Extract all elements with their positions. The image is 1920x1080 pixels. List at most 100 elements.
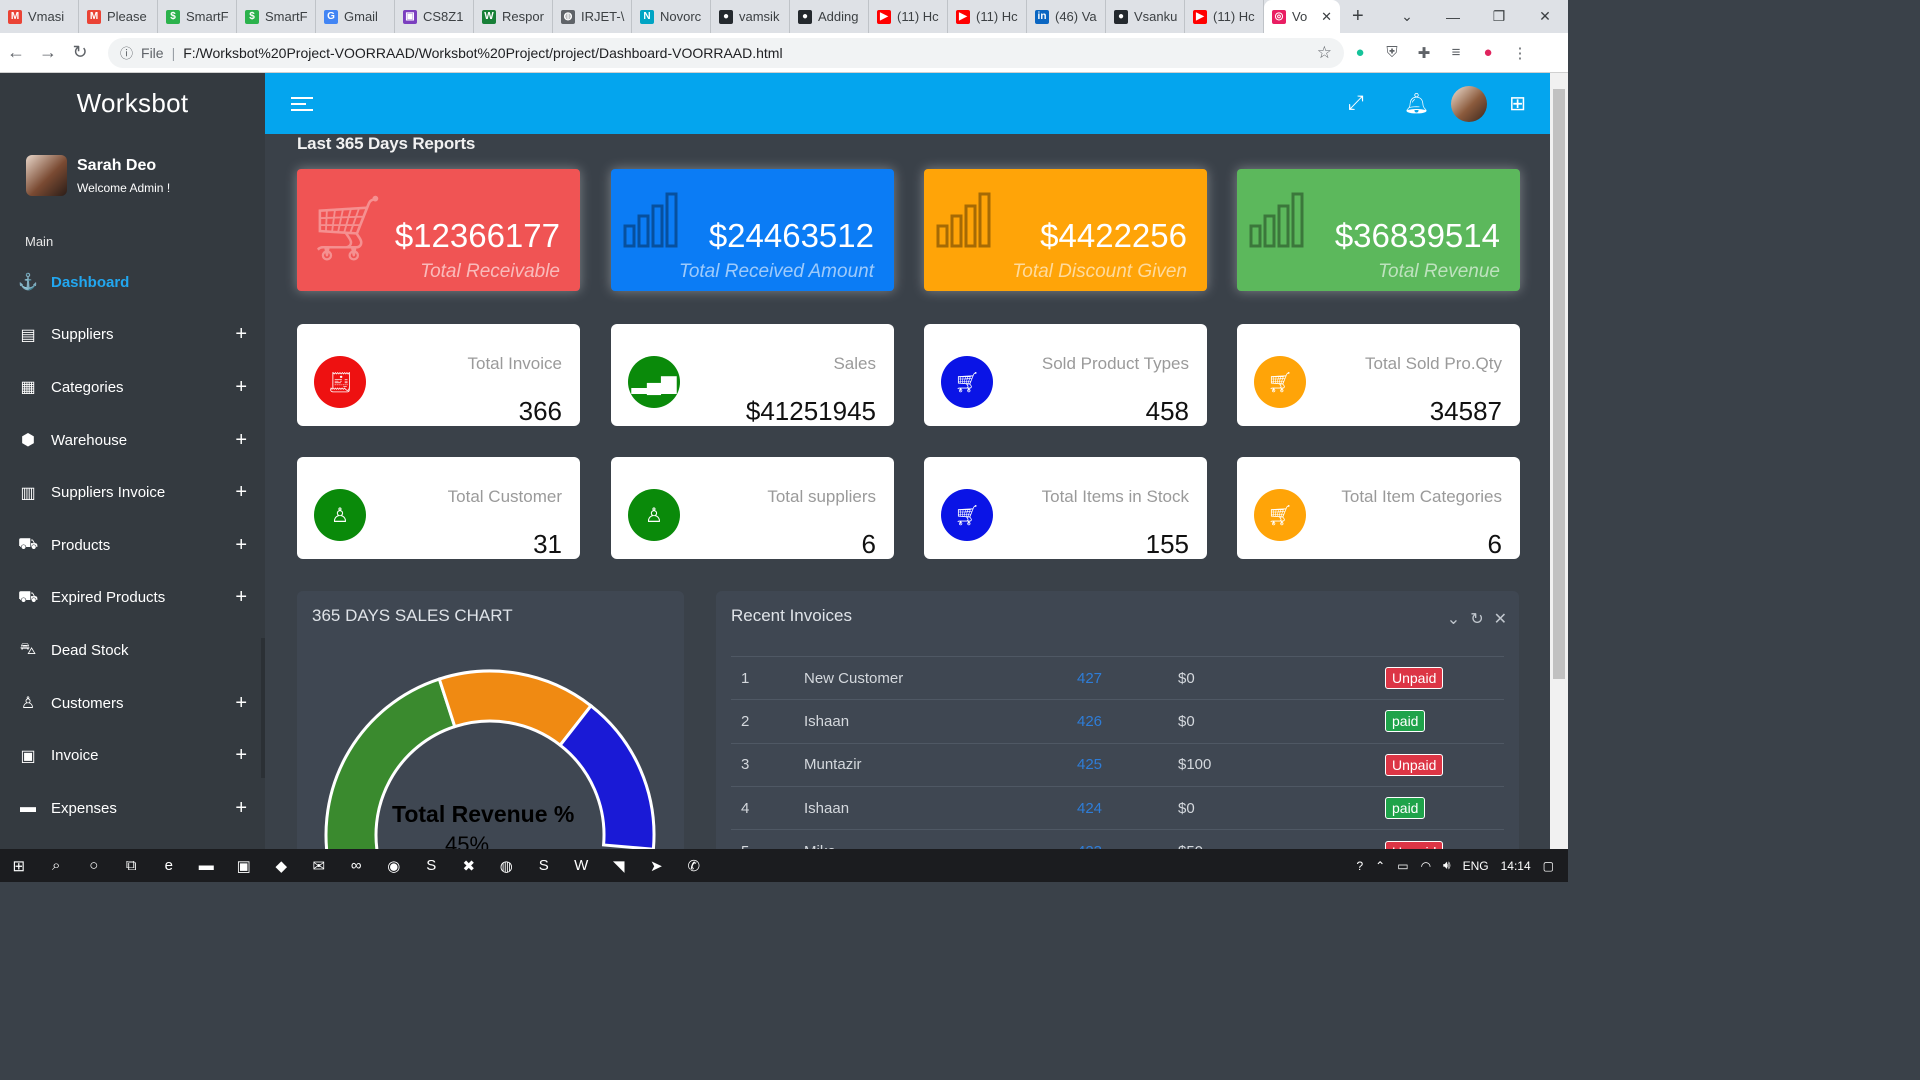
back-icon[interactable]: ← [0,42,32,63]
status-badge[interactable]: Unpaid [1385,840,1444,849]
clock[interactable]: 14:14 [1501,859,1531,873]
forward-icon[interactable]: → [32,42,64,63]
new-tab-button[interactable]: + [1340,5,1376,28]
invoice-link[interactable]: 426 [1077,713,1102,730]
chevron-down-icon[interactable]: ⌄ [1447,609,1460,629]
browser-tab[interactable]: ● vamsik [711,0,790,33]
browser-tab[interactable]: M Vmasi [0,0,79,33]
expand-plus-icon[interactable]: + [235,376,247,399]
invoice-link[interactable]: 427 [1077,670,1102,687]
stat-card[interactable]: 🧾︎ Total Invoice 366 [297,324,580,426]
dropbox-icon[interactable]: ◆ [263,849,301,882]
table-row[interactable]: 1 New Customer 427 $0 Unpaid [731,655,1504,700]
reading-list-icon[interactable]: ≡ [1440,44,1472,61]
vscode-icon[interactable]: ◥ [600,849,638,882]
expand-plus-icon[interactable]: + [235,797,247,820]
hamburger-icon[interactable] [291,93,313,115]
status-badge[interactable]: Unpaid [1385,753,1444,776]
sidebar-item-expired-products[interactable]: ⛟ Expired Products + [0,572,265,625]
expand-plus-icon[interactable]: + [235,429,247,452]
stat-card[interactable]: 🛒︎ Total Item Categories 6 [1237,457,1520,559]
browser-tab[interactable]: ▣ CS8Z1 [395,0,474,33]
user-profile[interactable]: Sarah Deo Welcome Admin ! [0,133,265,196]
table-row[interactable]: 3 Muntazir 425 $100 Unpaid [731,742,1504,787]
edge-icon[interactable]: e [150,849,188,882]
store-icon[interactable]: ▣ [225,849,263,882]
apps-grid-icon[interactable]: ⊞ [1509,91,1526,116]
expand-plus-icon[interactable]: + [235,323,247,346]
browser-tab[interactable]: W Respor [474,0,553,33]
chrome-icon[interactable]: ◉ [375,849,413,882]
sidebar-item-dead-stock[interactable]: ⛍ Dead Stock [0,624,265,677]
chevron-down-icon[interactable]: ⌄ [1384,0,1430,33]
url-text[interactable]: F:/Worksbot%20Project-VOORRAAD/Worksbot%… [183,45,782,61]
extensions-icon[interactable]: ✚ [1408,44,1440,62]
table-row[interactable]: 4 Ishaan 424 $0 paid [731,785,1504,830]
sidebar-item-dashboard[interactable]: ⚓ Dashboard [0,256,265,309]
cortana-icon[interactable]: ○ [75,849,113,882]
avatar[interactable] [1451,85,1488,122]
browser-tab[interactable]: ▶ (11) Hc [1185,0,1264,33]
summary-card[interactable]: $24463512 Total Received Amount [611,169,894,291]
minimize-icon[interactable]: — [1430,0,1476,33]
shield-icon[interactable]: ⛨ [1376,44,1408,61]
sidebar-item-categories[interactable]: ▦ Categories + [0,361,265,414]
summary-card[interactable]: $4422256 Total Discount Given [924,169,1207,291]
summary-card[interactable]: $36839514 Total Revenue [1237,169,1520,291]
expand-plus-icon[interactable]: + [235,534,247,557]
profile-icon[interactable]: ● [1472,44,1504,61]
xampp-icon[interactable]: ✖ [450,849,488,882]
invoice-link[interactable]: 424 [1077,800,1102,817]
browser-tab[interactable]: ● Adding [790,0,869,33]
browser-tab[interactable]: M Please [79,0,158,33]
reload-icon[interactable]: ↻ [64,42,96,63]
status-badge[interactable]: paid [1385,710,1426,733]
status-badge[interactable]: paid [1385,797,1426,820]
stat-card[interactable]: ▂▄▆ Sales $41251945 [611,324,894,426]
table-row[interactable]: 5Mike423$50Unpaid [731,829,1504,849]
url-field[interactable]: ⓘ File | F:/Worksbot%20Project-VOORRAAD/… [108,37,1344,68]
help-icon[interactable]: ? [1356,859,1363,873]
sidebar-item-customers[interactable]: ♙ Customers + [0,677,265,730]
chevron-up-icon[interactable]: ⌃ [1375,859,1385,873]
page-scrollbar[interactable] [1550,73,1568,849]
close-tab-icon[interactable]: ✕ [1321,9,1332,25]
browser-tab[interactable]: in (46) Va [1027,0,1106,33]
bookmark-star-icon[interactable]: ☆ [1317,43,1332,63]
telegram-icon[interactable]: ➤ [638,849,676,882]
grammarly-icon[interactable]: ● [1344,44,1376,61]
volume-icon[interactable]: 🔊︎ [1443,858,1451,873]
stat-card[interactable]: 🛒︎ Total Sold Pro.Qty 34587 [1237,324,1520,426]
sublime-icon[interactable]: S [413,849,451,882]
whatsapp-icon[interactable]: ✆ [675,849,713,882]
brand-logo[interactable]: Worksbot [0,73,265,133]
sidebar-item-products[interactable]: ⛟ Products + [0,519,265,572]
stat-card[interactable]: 🛒︎ Sold Product Types 458 [924,324,1207,426]
browser-tab[interactable]: ◍ IRJET-\ [553,0,632,33]
expand-plus-icon[interactable]: + [235,586,247,609]
browser-tab[interactable]: ● Vsanku [1106,0,1185,33]
expand-plus-icon[interactable]: + [235,744,247,767]
invoice-link[interactable]: 425 [1077,756,1102,773]
browser-tab[interactable]: ▶ (11) Hc [869,0,948,33]
sidebar-item-invoice[interactable]: ▣ Invoice + [0,729,265,782]
browser-tab[interactable]: $ SmartF [158,0,237,33]
expand-plus-icon[interactable]: + [235,481,247,504]
task-view-icon[interactable]: ⧉ [113,849,151,882]
explorer-icon[interactable]: ▬ [188,849,226,882]
close-icon[interactable]: ✕ [1494,609,1507,629]
browser-tab[interactable]: G Gmail [316,0,395,33]
browser-tab[interactable]: ▶ (11) Hc [948,0,1027,33]
browser-icon[interactable]: ◍ [488,849,526,882]
sidebar-item-expenses[interactable]: ▬ Expenses + [0,782,265,835]
sidebar-item-suppliers[interactable]: ▤ Suppliers + [0,309,265,362]
browser-tab-active[interactable]: ◎ Vo ✕ [1264,0,1340,33]
restore-icon[interactable]: ❐ [1476,0,1522,33]
infinity-icon[interactable]: ∞ [338,849,376,882]
stat-card[interactable]: ♙ Total suppliers 6 [611,457,894,559]
stat-card[interactable]: 🛒︎ Total Items in Stock 155 [924,457,1207,559]
close-window-icon[interactable]: ✕ [1522,0,1568,33]
refresh-icon[interactable]: ↻ [1470,609,1483,629]
summary-card[interactable]: 🛒︎ $12366177 Total Receivable [297,169,580,291]
table-row[interactable]: 2 Ishaan 426 $0 paid [731,699,1504,744]
